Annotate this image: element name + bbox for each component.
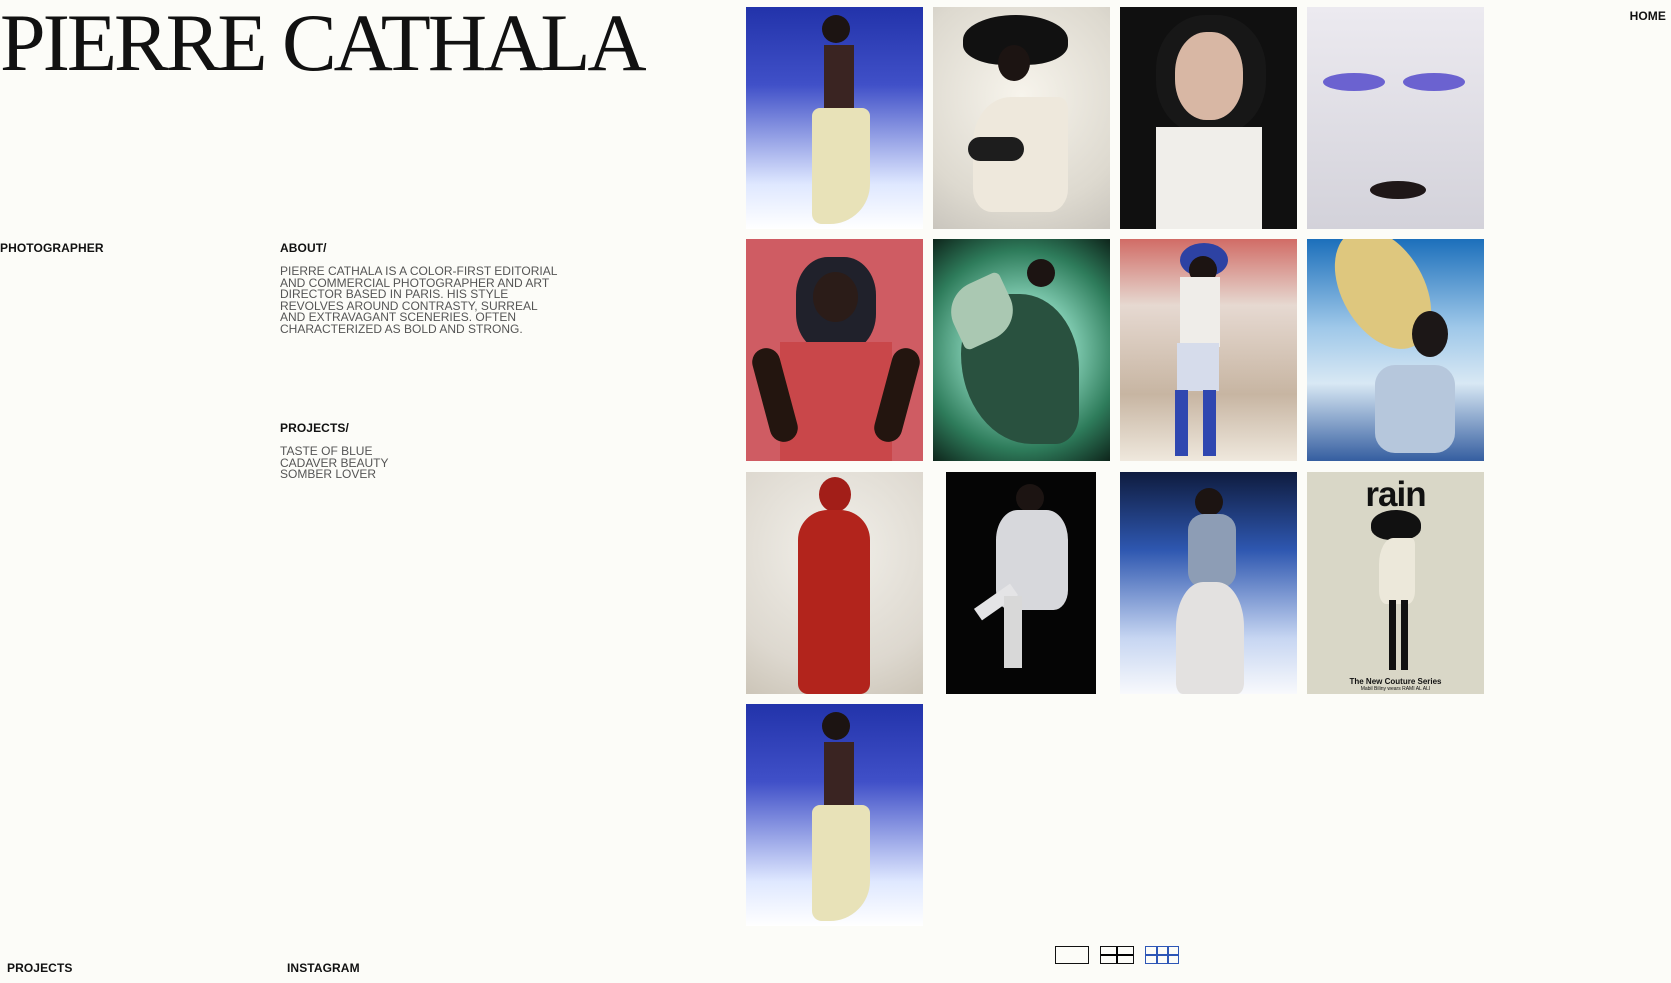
gallery-image[interactable] [946, 472, 1096, 694]
gallery-image[interactable] [746, 704, 923, 926]
footer-instagram-link[interactable]: INSTAGRAM [287, 961, 360, 975]
grid-line-icon [1116, 947, 1118, 963]
gallery-image[interactable] [1307, 239, 1484, 461]
gallery-image[interactable] [746, 239, 923, 461]
magazine-subtitle: The New Couture Series [1349, 677, 1442, 686]
gallery-image[interactable] [933, 239, 1110, 461]
magazine-title: rain [1365, 475, 1426, 514]
grid-line-icon [1146, 954, 1178, 956]
image-gallery: rain The New Couture Series Mabil Biliny… [746, 7, 1492, 926]
brand-text: PIERRE CATHALA [0, 0, 647, 88]
gallery-image[interactable] [1120, 7, 1297, 229]
grid-line-icon [1156, 947, 1158, 963]
grid-line-icon [1167, 947, 1169, 963]
magazine-cover[interactable]: rain The New Couture Series Mabil Biliny… [1307, 472, 1484, 694]
project-item[interactable]: SOMBER LOVER [280, 468, 388, 481]
about-title: ABOUT/ [280, 241, 327, 255]
project-list: TASTE OF BLUE CADAVER BEAUTY SOMBER LOVE… [280, 445, 388, 481]
gallery-image[interactable] [1120, 472, 1297, 694]
gallery-image[interactable] [1120, 239, 1297, 461]
about-text: PIERRE CATHALA IS A COLOR-FIRST EDITORIA… [280, 264, 557, 336]
nav-home-link[interactable]: HOME [1630, 9, 1666, 23]
footer-projects-link[interactable]: PROJECTS [7, 961, 72, 975]
gallery-image[interactable] [1307, 7, 1484, 229]
single-view-icon[interactable] [1055, 946, 1089, 964]
view-toggle [1055, 946, 1179, 964]
brand-name[interactable]: PIERRE CATHALA [0, 2, 647, 84]
grid-view-icon[interactable] [1145, 946, 1179, 964]
magazine-caption: Mabil Biliny wears RAMI AL ALI [1360, 686, 1431, 692]
two-column-view-icon[interactable] [1100, 946, 1134, 964]
portfolio-page: PIERRE CATHALA PHOTOGRAPHER HOME ABOUT/ … [0, 0, 1671, 983]
gallery-image[interactable] [746, 472, 923, 694]
gallery-image[interactable] [746, 7, 923, 229]
role-label: PHOTOGRAPHER [0, 241, 104, 255]
gallery-image[interactable] [933, 7, 1110, 229]
projects-title: PROJECTS/ [280, 421, 349, 435]
